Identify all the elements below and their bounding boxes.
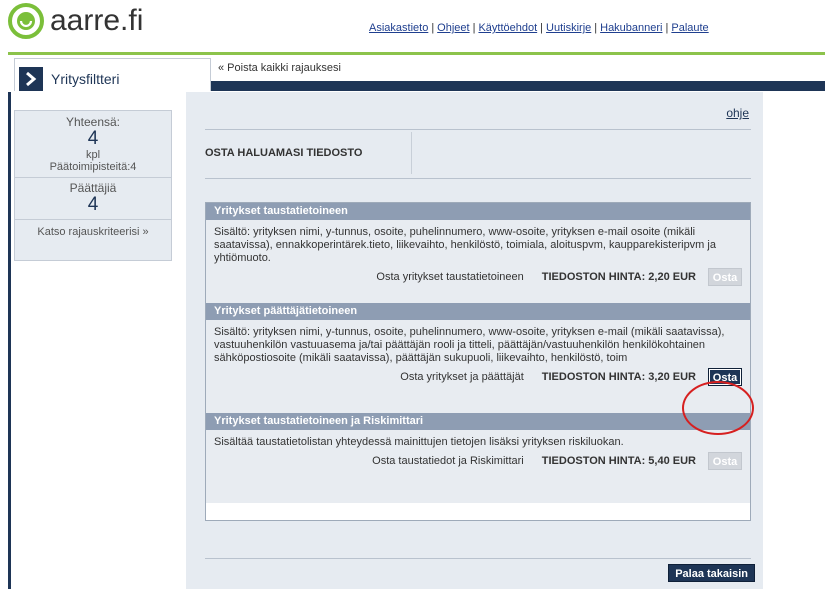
link-uutiskirje[interactable]: Uutiskirje	[546, 22, 591, 34]
product-buy-text: Osta taustatiedot ja Riskimittari	[372, 454, 524, 467]
product-price: TIEDOSTON HINTA: 2,20 EUR	[541, 270, 696, 283]
main-content: ohje OSTA HALUAMASI TIEDOSTO Yritykset t…	[186, 92, 763, 589]
sidebar-rule	[8, 92, 11, 589]
divider	[205, 129, 751, 130]
link-kayttoehdot[interactable]: Käyttöehdot	[478, 22, 537, 34]
product-title: Yritykset taustatietoineen ja Riskimitta…	[206, 413, 750, 430]
product-description: Sisältö: yrityksen nimi, y-tunnus, osoit…	[214, 226, 716, 264]
product-item: Yritykset taustatietoineen ja Riskimitta…	[206, 413, 750, 503]
total-unit: kpl	[85, 149, 101, 161]
back-button[interactable]: Palaa takaisin	[668, 564, 755, 582]
product-buy-row: Osta taustatiedot ja Riskimittari TIEDOS…	[214, 449, 742, 475]
top-links-nav: Asiakastieto | Ohjeet | Käyttöehdot | Uutiskir…	[369, 22, 709, 34]
product-body: Sisältö: yrityksen nimi, y-tunnus, osoit…	[206, 220, 750, 303]
product-buy-row: Osta yritykset taustatietoineen TIEDOSTO…	[214, 265, 742, 291]
product-buy-row: Osta yritykset ja päättäjät TIEDOSTON HI…	[214, 365, 742, 391]
product-body: Sisältää taustatietolistan yhteydessä ma…	[206, 430, 750, 503]
product-price: TIEDOSTON HINTA: 5,40 EUR	[541, 454, 696, 467]
product-title: Yritykset päättäjätietoineen	[206, 303, 750, 320]
buy-button[interactable]: Osta	[708, 368, 742, 386]
tab-label: Yritysfiltteri	[51, 71, 120, 87]
deciders-label: Päättäjiä	[69, 181, 117, 195]
product-body: Sisältö: yrityksen nimi, y-tunnus, osoit…	[206, 320, 750, 413]
divider	[411, 132, 412, 174]
divider	[15, 177, 171, 178]
brand-name: aarre.fi	[50, 4, 144, 37]
product-item: Yritykset taustatietoineen Sisältö: yrit…	[206, 203, 750, 303]
link-ohjeet[interactable]: Ohjeet	[437, 22, 469, 34]
tab-bar: Yritysfiltteri « Poista kaikki rajaukses…	[8, 52, 825, 92]
divider	[15, 219, 171, 220]
product-list: Yritykset taustatietoineen Sisältö: yrit…	[205, 202, 751, 521]
total-value: 4	[87, 128, 99, 149]
tab-yritysfiltteri[interactable]: Yritysfiltteri	[14, 58, 211, 91]
divider	[205, 178, 751, 179]
product-item: Yritykset päättäjätietoineen Sisältö: yr…	[206, 303, 750, 413]
product-price: TIEDOSTON HINTA: 3,20 EUR	[541, 370, 696, 383]
remove-all-filters-link[interactable]: « Poista kaikki rajauksesi	[218, 62, 341, 74]
aarre-logo[interactable]: aarre.fi	[8, 3, 143, 39]
buy-button[interactable]: Osta	[708, 268, 742, 286]
product-buy-text: Osta yritykset taustatietoineen	[376, 270, 524, 283]
summary-panel: Yhteensä: 4 kpl Päätoimipisteitä:4 Päätt…	[14, 110, 172, 261]
link-asiakastieto[interactable]: Asiakastieto	[369, 22, 428, 34]
divider	[205, 558, 751, 559]
offices-count: Päätoimipisteitä:4	[49, 161, 137, 173]
link-hakubanneri[interactable]: Hakubanneri	[600, 22, 662, 34]
product-title: Yritykset taustatietoineen	[206, 203, 750, 220]
aarre-logo-icon	[8, 3, 44, 39]
tab-bar-strip	[209, 81, 825, 91]
product-buy-text: Osta yritykset ja päättäjät	[400, 370, 524, 383]
product-description: Sisältää taustatietolistan yhteydessä ma…	[214, 436, 624, 448]
page-title: OSTA HALUAMASI TIEDOSTO	[205, 147, 363, 159]
buy-button[interactable]: Osta	[708, 452, 742, 470]
deciders-value: 4	[87, 194, 99, 215]
help-link[interactable]: ohje	[726, 106, 749, 120]
link-palaute[interactable]: Palaute	[671, 22, 708, 34]
chevron-right-icon	[19, 67, 43, 91]
product-description: Sisältö: yrityksen nimi, y-tunnus, osoit…	[214, 326, 725, 364]
total-label: Yhteensä:	[65, 115, 121, 129]
accent-line	[8, 52, 825, 55]
view-criteria-link[interactable]: Katso rajauskriteerisi »	[15, 226, 171, 238]
